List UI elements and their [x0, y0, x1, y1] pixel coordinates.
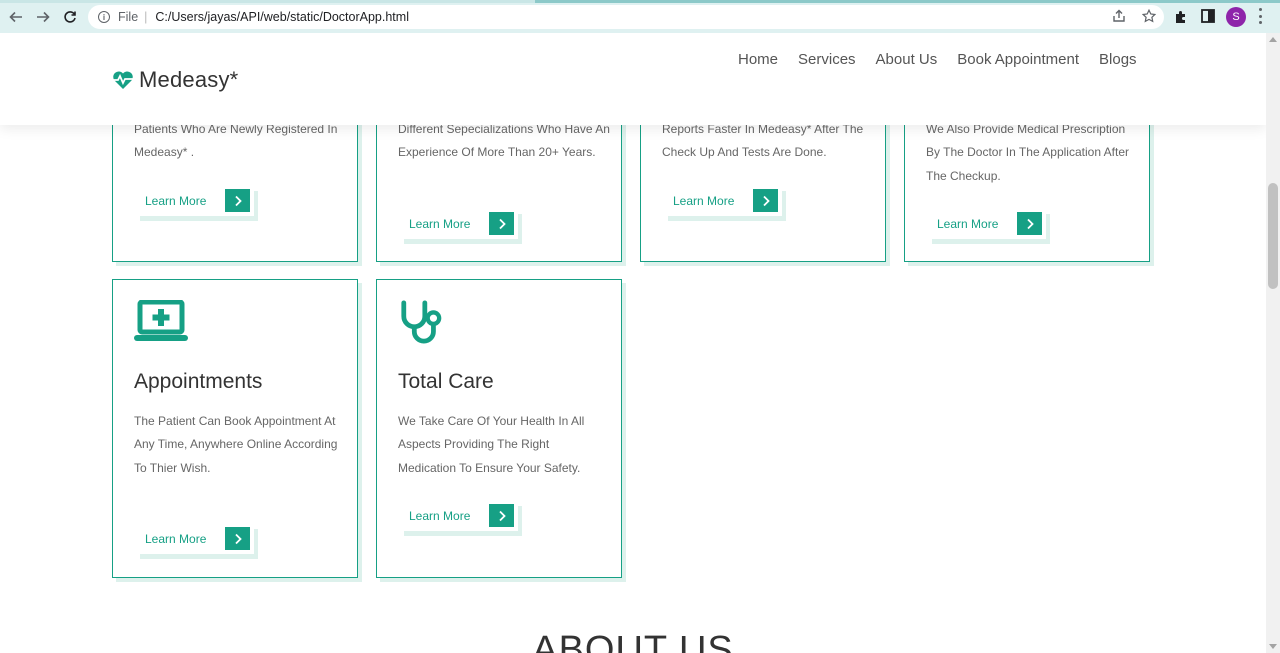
reload-icon	[64, 11, 76, 23]
appointments-card: Appointments The Patient Can Book Appoin…	[112, 279, 358, 578]
page-scrollbar[interactable]	[1266, 33, 1280, 653]
page-viewport: Patients Who Are Newly Registered In Med…	[0, 33, 1266, 653]
arrow-left-icon	[9, 11, 22, 23]
omnibox-actions	[1112, 8, 1157, 26]
learn-more-button[interactable]: Learn More	[664, 186, 782, 216]
total-care-card: Total Care We Take Care Of Your Health I…	[376, 279, 622, 578]
learn-more-button[interactable]: Learn More	[400, 501, 518, 531]
learn-more-label: Learn More	[673, 194, 735, 208]
url-separator: |	[144, 10, 148, 24]
url-text[interactable]: C:/Users/jayas/API/web/static/DoctorApp.…	[155, 10, 409, 24]
scroll-up-arrow-icon[interactable]	[1269, 37, 1277, 42]
profile-avatar[interactable]: S	[1226, 7, 1246, 27]
card-description: We Take Care Of Your Health In All Aspec…	[398, 414, 585, 475]
back-button[interactable]	[7, 8, 25, 26]
learn-more-label: Learn More	[145, 532, 207, 546]
brand-name: Medeasy*	[139, 67, 239, 92]
card-description: We Also Provide Medical Prescription By …	[926, 122, 1130, 183]
scrollbar-thumb[interactable]	[1268, 183, 1278, 289]
stethoscope-icon	[401, 300, 442, 344]
chevron-right-icon	[1017, 212, 1042, 235]
chevron-right-icon	[489, 504, 514, 527]
browser-toolbar: i File | C:/Users/jayas/API/web/static/D…	[0, 0, 1280, 33]
learn-more-label: Learn More	[145, 194, 207, 208]
chevron-right-icon	[225, 189, 250, 212]
learn-more-label: Learn More	[409, 217, 471, 231]
about-us-heading: ABOUT US	[532, 629, 734, 653]
card-title: Total Care	[398, 370, 494, 393]
card-title: Appointments	[134, 370, 263, 393]
learn-more-label: Learn More	[409, 509, 471, 523]
nav-blogs[interactable]: Blogs	[1099, 51, 1137, 68]
chevron-right-icon	[225, 527, 250, 550]
address-bar[interactable]: i File | C:/Users/jayas/API/web/static/D…	[88, 5, 1164, 29]
browser-menu-icon[interactable]	[1257, 8, 1263, 24]
laptop-medical-icon	[134, 300, 188, 341]
reload-button[interactable]	[61, 8, 79, 26]
main-nav: Home Services About Us Book Appointment …	[738, 51, 1137, 68]
arrow-right-icon	[37, 11, 50, 23]
learn-more-wrap: Learn More	[400, 209, 522, 244]
learn-more-button[interactable]: Learn More	[928, 209, 1046, 239]
site-header: Medeasy* Home Services About Us Book App…	[0, 33, 1266, 125]
forward-button[interactable]	[34, 8, 52, 26]
brand-logo[interactable]: Medeasy*	[112, 67, 238, 93]
bookmark-star-icon[interactable]	[1141, 8, 1157, 26]
learn-more-wrap: Learn More	[136, 524, 258, 559]
nav-home[interactable]: Home	[738, 51, 778, 68]
learn-more-wrap: Learn More	[928, 209, 1050, 244]
chevron-right-icon	[753, 189, 778, 212]
chevron-right-icon	[489, 212, 514, 235]
extensions-puzzle-icon[interactable]	[1173, 8, 1189, 24]
side-panel-icon[interactable]	[1200, 8, 1216, 24]
learn-more-label: Learn More	[937, 217, 999, 231]
info-icon[interactable]: i	[98, 11, 110, 23]
learn-more-wrap: Learn More	[400, 501, 522, 536]
card-description: The Patient Can Book Appointment At Any …	[134, 414, 338, 475]
share-icon[interactable]	[1112, 9, 1126, 26]
url-scheme-label: File	[118, 10, 139, 24]
learn-more-wrap: Learn More	[664, 186, 786, 221]
learn-more-button[interactable]: Learn More	[136, 186, 254, 216]
learn-more-wrap: Learn More	[136, 186, 258, 221]
learn-more-button[interactable]: Learn More	[136, 524, 254, 554]
scroll-down-arrow-icon[interactable]	[1269, 644, 1277, 649]
heartbeat-icon	[113, 71, 133, 89]
learn-more-button[interactable]: Learn More	[400, 209, 518, 239]
tab-strip	[535, 0, 1280, 3]
nav-about-us[interactable]: About Us	[876, 51, 938, 68]
nav-book-appointment[interactable]: Book Appointment	[957, 51, 1079, 68]
nav-services[interactable]: Services	[798, 51, 856, 68]
